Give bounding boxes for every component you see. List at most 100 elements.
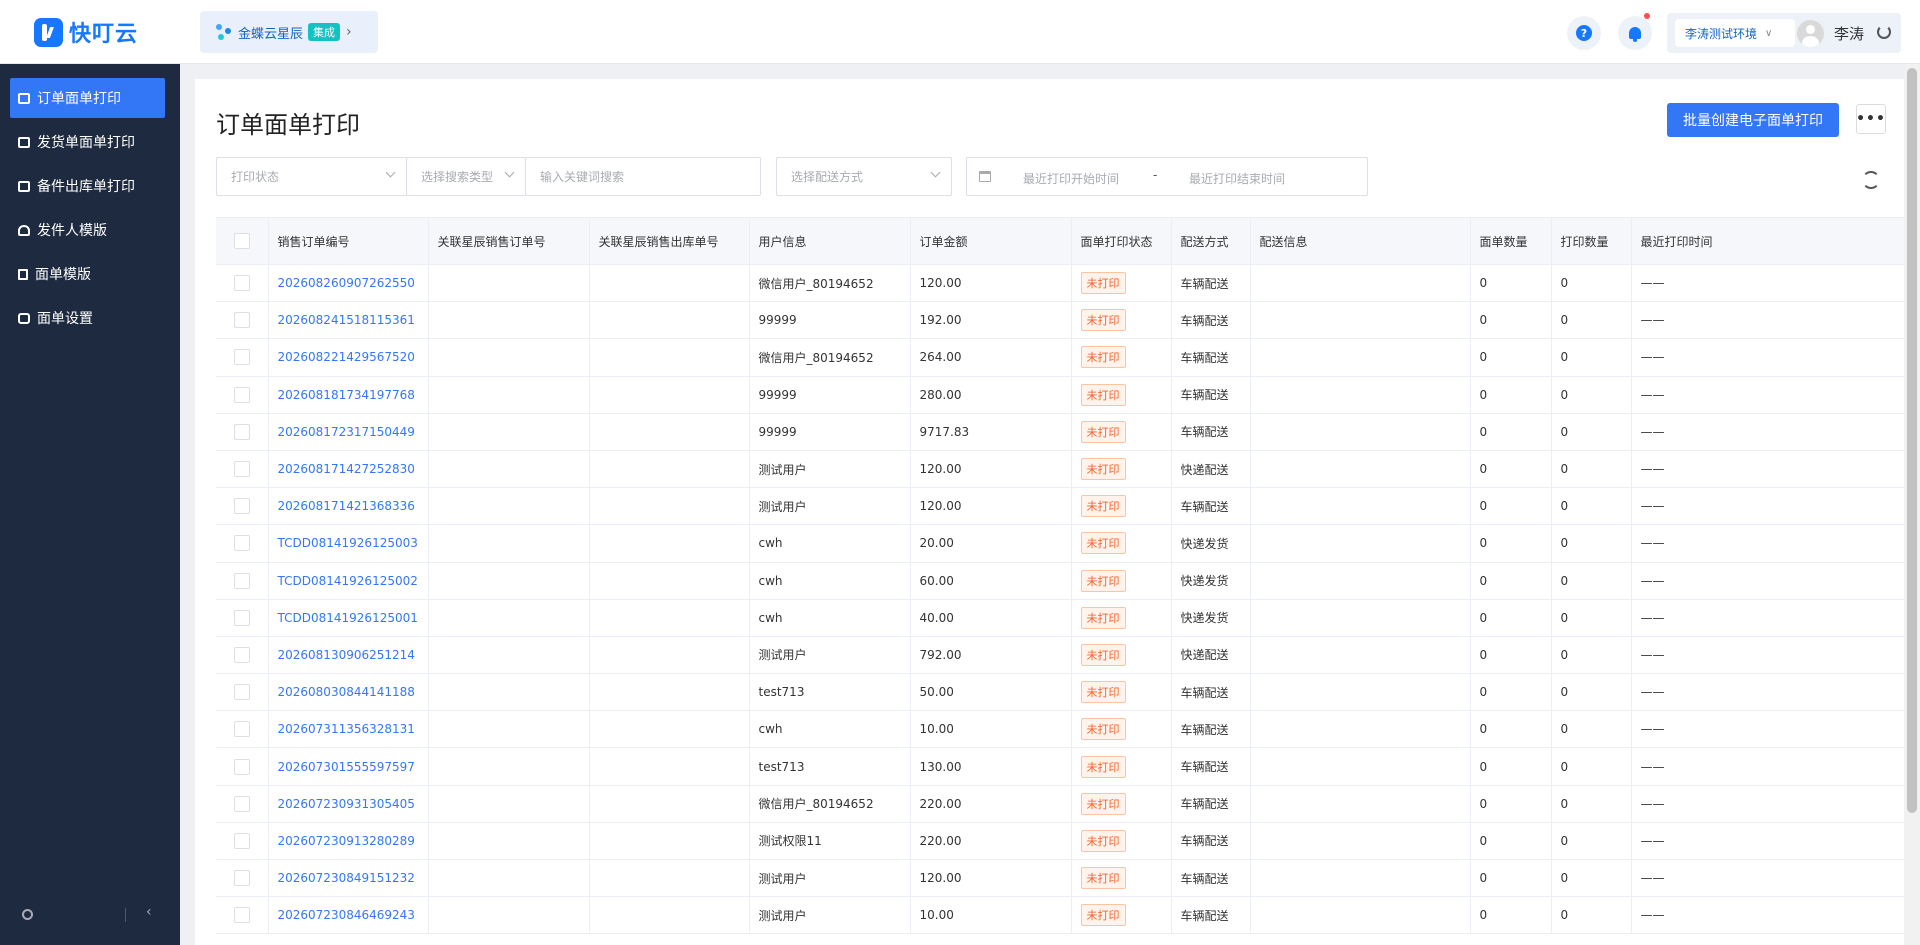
help-button[interactable]: ? xyxy=(1567,16,1601,50)
date-start-placeholder[interactable]: 最近打印开始时间 xyxy=(1023,170,1119,187)
order-no-link[interactable]: 202608221429567520 xyxy=(278,350,415,364)
row-checkbox[interactable] xyxy=(233,907,250,924)
row-checkbox[interactable] xyxy=(233,275,250,292)
keyword-search-input[interactable]: 输入关键词搜索 xyxy=(525,157,761,196)
refresh-table-icon[interactable] xyxy=(1862,171,1880,189)
row-checkbox[interactable] xyxy=(233,832,250,849)
gear-icon[interactable] xyxy=(22,909,33,920)
linked-sales-order-cell xyxy=(428,822,590,861)
order-no-link[interactable]: 202608171427252830 xyxy=(278,462,415,476)
order-no-link[interactable]: 202608260907262550 xyxy=(278,276,415,290)
print-qty-cell: 0 xyxy=(1551,785,1632,823)
order-no-cell: 202608260907262550 xyxy=(268,264,429,303)
environment-select[interactable]: 李涛测试环境 ∨ xyxy=(1675,19,1795,47)
app-switcher-chip[interactable]: 金蝶云星辰 集成 › xyxy=(200,11,378,53)
search-type-placeholder: 选择搜索类型 xyxy=(421,170,494,184)
order-no-link[interactable]: 202607230931305405 xyxy=(278,797,415,811)
column-header: 面单数量 xyxy=(1470,217,1552,265)
order-no-cell: 202607230846469243 xyxy=(268,896,429,935)
sheet-qty-cell: 0 xyxy=(1470,673,1552,712)
sidebar-item-parts-print[interactable]: 备件出库单打印 xyxy=(10,166,165,206)
table-row: 202607230849151232 测试用户 120.00 未打印 车辆配送 0 0 —— xyxy=(216,859,1904,898)
scrollbar-thumb[interactable] xyxy=(1907,68,1917,813)
order-no-link[interactable]: 202608030844141188 xyxy=(278,685,415,699)
avatar[interactable] xyxy=(1797,20,1824,47)
sidebar-item-order-print[interactable]: 订单面单打印 xyxy=(10,78,165,118)
row-checkbox[interactable] xyxy=(233,870,250,887)
order-no-cell: 202607230849151232 xyxy=(268,859,429,898)
order-no-link[interactable]: 202607230846469243 xyxy=(278,908,415,922)
refresh-icon[interactable] xyxy=(1877,25,1891,39)
order-no-link[interactable]: 202607301555597597 xyxy=(278,760,415,774)
order-no-link[interactable]: 202608130906251214 xyxy=(278,648,415,662)
select-all-checkbox[interactable] xyxy=(233,233,250,249)
row-checkbox[interactable] xyxy=(233,721,250,738)
sidebar-item-sender-template[interactable]: 发件人模版 xyxy=(10,210,165,250)
batch-create-button[interactable]: 批量创建电子面单打印 xyxy=(1667,103,1839,137)
status-cell: 未打印 xyxy=(1071,822,1172,861)
app-name: 金蝶云星辰 xyxy=(238,26,304,42)
column-header: 用户信息 xyxy=(749,217,911,265)
table-row: TCDD08141926125002 cwh 60.00 未打印 快递发货 0 0 —— xyxy=(216,562,1904,600)
row-checkbox[interactable] xyxy=(233,461,250,478)
table-row: 202608241518115361 99999 192.00 未打印 车辆配送 0 0 —— xyxy=(216,301,1904,340)
row-checkbox[interactable] xyxy=(233,386,250,403)
order-no-link[interactable]: TCDD08141926125002 xyxy=(278,574,418,588)
status-cell: 未打印 xyxy=(1071,413,1172,451)
date-range-picker[interactable]: 最近打印开始时间 - 最近打印结束时间 xyxy=(966,157,1368,196)
row-checkbox[interactable] xyxy=(233,572,250,589)
order-no-link[interactable]: 202607230849151232 xyxy=(278,871,415,885)
print-qty-cell: 0 xyxy=(1551,636,1632,675)
date-end-placeholder[interactable]: 最近打印结束时间 xyxy=(1189,170,1285,187)
row-checkbox[interactable] xyxy=(233,312,250,329)
collapse-sidebar-icon[interactable]: ‹ xyxy=(146,904,152,920)
chevron-down-icon: ∨ xyxy=(1765,27,1773,39)
row-checkbox[interactable] xyxy=(233,535,250,552)
search-type-select[interactable]: 选择搜索类型 xyxy=(406,157,526,196)
linked-outbound-cell xyxy=(589,822,750,861)
page-scrollbar[interactable] xyxy=(1904,64,1920,945)
sheet-qty-cell: 0 xyxy=(1470,822,1552,861)
logo[interactable]: 快叮云 xyxy=(34,16,138,48)
order-no-link[interactable]: 202607311356328131 xyxy=(278,722,415,736)
last-print-cell: —— xyxy=(1631,413,1904,451)
linked-sales-order-cell xyxy=(428,859,590,898)
chevron-down-icon xyxy=(930,167,941,178)
sidebar-item-waybill-settings[interactable]: 面单设置 xyxy=(10,298,165,338)
delivery-cell: 快递发货 xyxy=(1171,562,1251,600)
row-checkbox[interactable] xyxy=(233,684,250,701)
sidebar-item-waybill-template[interactable]: 面单模版 xyxy=(10,254,165,294)
row-checkbox[interactable] xyxy=(233,423,250,440)
row-checkbox[interactable] xyxy=(233,758,250,775)
order-no-link[interactable]: TCDD08141926125003 xyxy=(278,536,418,550)
user-cell: 测试用户 xyxy=(749,450,911,489)
order-no-link[interactable]: 202608172317150449 xyxy=(278,425,415,439)
linked-sales-order-cell xyxy=(428,562,590,600)
order-no-link[interactable]: 202608171421368336 xyxy=(278,499,415,513)
user-cell: 测试用户 xyxy=(749,859,911,898)
sidebar-item-shipping-print[interactable]: 发货单面单打印 xyxy=(10,122,165,162)
order-no-link[interactable]: 202607230913280289 xyxy=(278,834,415,848)
order-no-link[interactable]: 202608181734197768 xyxy=(278,388,415,402)
user-name[interactable]: 李涛 xyxy=(1834,23,1864,44)
row-checkbox[interactable] xyxy=(233,646,250,663)
status-cell: 未打印 xyxy=(1071,785,1172,823)
row-checkbox[interactable] xyxy=(233,349,250,366)
order-no-link[interactable]: TCDD08141926125001 xyxy=(278,611,418,625)
row-checkbox[interactable] xyxy=(233,795,250,812)
sheet-qty-cell: 0 xyxy=(1470,413,1552,451)
row-select-cell xyxy=(216,710,269,749)
order-no-cell: 202608241518115361 xyxy=(268,301,429,340)
notifications-button[interactable] xyxy=(1618,13,1652,50)
more-button[interactable]: ••• xyxy=(1856,104,1886,134)
user-cell: test713 xyxy=(749,673,911,712)
user-cell: 99999 xyxy=(749,376,911,414)
order-no-link[interactable]: 202608241518115361 xyxy=(278,313,415,327)
delivery-method-select[interactable]: 选择配送方式 xyxy=(776,157,952,196)
row-checkbox[interactable] xyxy=(233,498,250,515)
print-status-select[interactable]: 打印状态 xyxy=(216,157,407,196)
print-qty-cell: 0 xyxy=(1551,301,1632,340)
table-row: 202607301555597597 test713 130.00 未打印 车辆配送 0 0… xyxy=(216,747,1904,786)
sheet-qty-cell: 0 xyxy=(1470,524,1552,563)
row-checkbox[interactable] xyxy=(233,609,250,626)
